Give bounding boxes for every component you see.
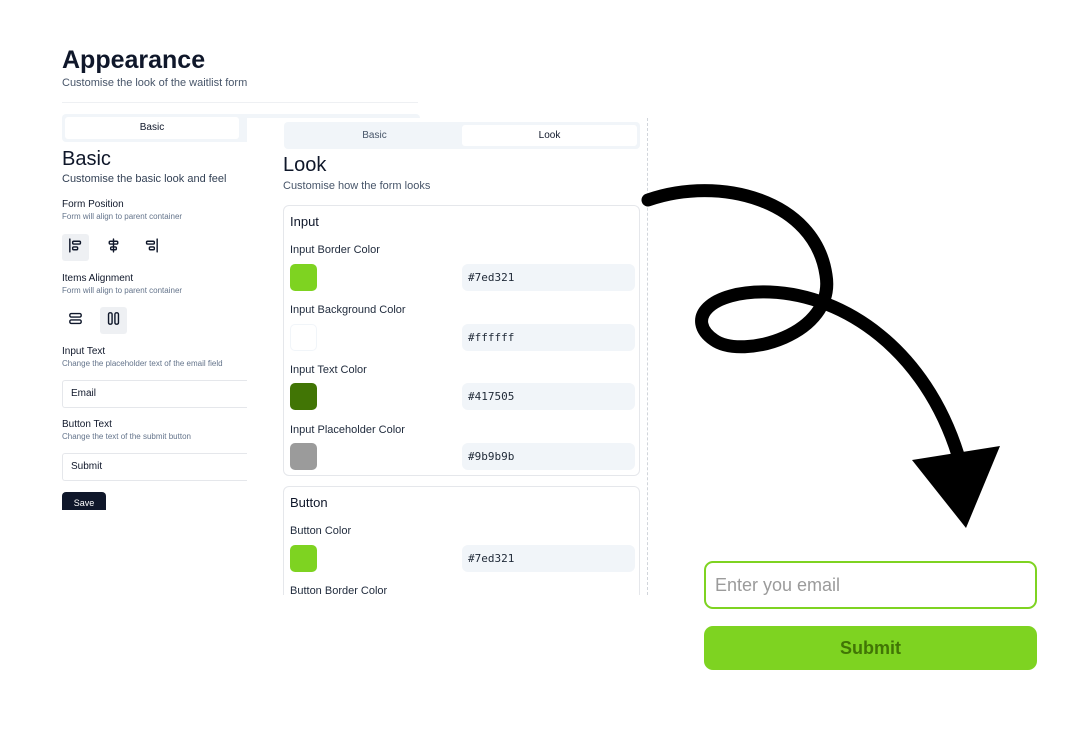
button-color-swatch[interactable] bbox=[290, 545, 317, 572]
align-right-icon bbox=[143, 237, 160, 259]
card-title: Button bbox=[290, 495, 328, 510]
input-style-card: Input Input Border Color #7ed321 Input B… bbox=[283, 205, 640, 476]
form-position-hint: Form will align to parent container bbox=[62, 212, 183, 221]
input-text-color-label: Input Text Color bbox=[290, 364, 367, 376]
form-position-left-button[interactable] bbox=[62, 234, 89, 261]
input-background-color-field[interactable]: #ffffff bbox=[462, 324, 635, 351]
input-text-hint: Change the placeholder text of the email… bbox=[62, 359, 223, 368]
input-placeholder-color-swatch[interactable] bbox=[290, 443, 317, 470]
align-left-icon bbox=[67, 237, 84, 259]
input-text-color-swatch[interactable] bbox=[290, 383, 317, 410]
button-text-field[interactable]: Submit bbox=[62, 453, 262, 481]
input-placeholder-color-field[interactable]: #9b9b9b bbox=[462, 443, 635, 470]
button-style-card: Button Button Color #7ed321 Button Borde… bbox=[283, 486, 640, 595]
tab-bar: Basic Look bbox=[284, 122, 640, 149]
tab-basic[interactable]: Basic bbox=[65, 117, 239, 139]
tab-basic[interactable]: Basic bbox=[287, 125, 462, 146]
button-color-label: Button Color bbox=[290, 525, 352, 537]
tab-look[interactable]: Look bbox=[462, 125, 637, 146]
page-title: Appearance bbox=[62, 46, 206, 74]
align-center-icon bbox=[105, 237, 122, 259]
look-settings-panel: Basic Look Look Customise how the form l… bbox=[247, 118, 648, 595]
input-placeholder-color-label: Input Placeholder Color bbox=[290, 424, 405, 436]
card-title: Input bbox=[290, 214, 319, 229]
button-border-color-label: Button Border Color bbox=[290, 585, 388, 595]
items-alignment-label: Items Alignment bbox=[62, 273, 134, 284]
input-text-field[interactable]: Email bbox=[62, 380, 262, 408]
stack-vertical-icon bbox=[67, 310, 84, 332]
preview-submit-button[interactable]: Submit bbox=[704, 626, 1037, 670]
items-horizontal-button[interactable] bbox=[100, 307, 127, 334]
form-position-center-button[interactable] bbox=[100, 234, 127, 261]
button-text-hint: Change the text of the submit button bbox=[62, 432, 191, 441]
page-subtitle: Customise the look of the waitlist form bbox=[62, 77, 248, 89]
items-vertical-button[interactable] bbox=[62, 307, 89, 334]
form-position-right-button[interactable] bbox=[138, 234, 165, 261]
section-subtitle: Customise the basic look and feel bbox=[62, 173, 227, 185]
input-text-color-field[interactable]: #417505 bbox=[462, 383, 635, 410]
section-subtitle: Customise how the form looks bbox=[283, 180, 431, 192]
input-background-color-label: Input Background Color bbox=[290, 304, 406, 316]
curved-arrow-icon bbox=[641, 184, 1000, 528]
stack-horizontal-icon bbox=[105, 310, 122, 332]
items-alignment-hint: Form will align to parent container bbox=[62, 286, 183, 295]
button-color-field[interactable]: #7ed321 bbox=[462, 545, 635, 572]
divider bbox=[62, 102, 418, 103]
save-button[interactable]: Save bbox=[62, 492, 106, 510]
preview-email-input[interactable]: Enter you email bbox=[704, 561, 1037, 609]
input-background-color-swatch[interactable] bbox=[290, 324, 317, 351]
input-border-color-field[interactable]: #7ed321 bbox=[462, 264, 635, 291]
section-title: Basic bbox=[62, 148, 111, 170]
input-text-label: Input Text bbox=[62, 346, 106, 357]
input-border-color-label: Input Border Color bbox=[290, 244, 380, 256]
form-position-label: Form Position bbox=[62, 199, 124, 210]
button-text-label: Button Text bbox=[62, 419, 112, 430]
section-title: Look bbox=[283, 154, 327, 176]
input-border-color-swatch[interactable] bbox=[290, 264, 317, 291]
